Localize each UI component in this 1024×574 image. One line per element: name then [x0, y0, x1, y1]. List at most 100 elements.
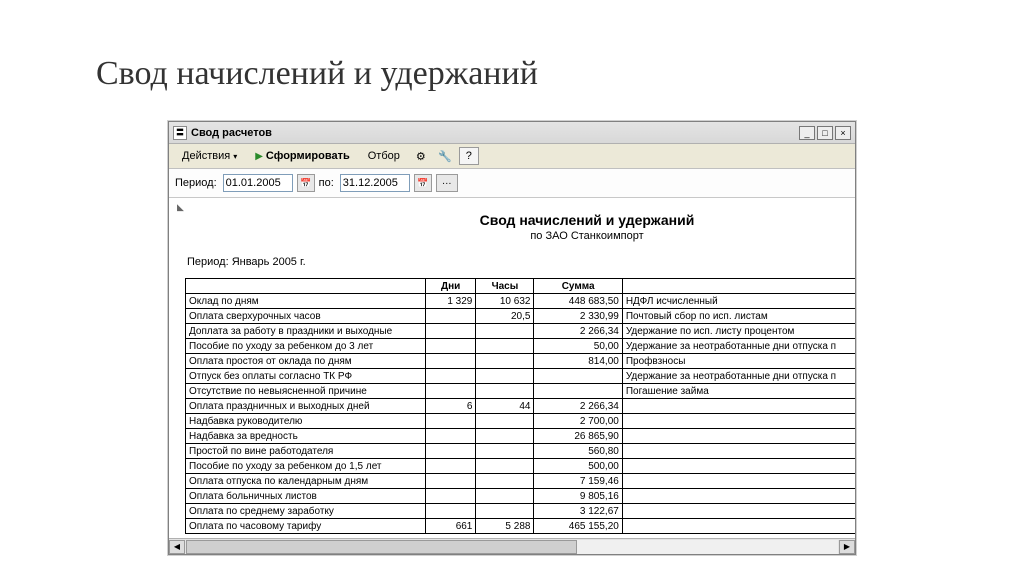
cell-desc2: НДФЛ исчисленный: [622, 294, 855, 309]
play-icon: ▶: [255, 151, 263, 162]
cell-hours: [476, 414, 534, 429]
cell-sum: 2 266,34: [534, 399, 622, 414]
table-row: Оплата по среднему заработку 3 122,67: [186, 504, 856, 519]
cell-days: 661: [425, 519, 476, 534]
table-row: Отсутствие по невыясненной причинеПогаше…: [186, 384, 856, 399]
cell-desc2: [622, 504, 855, 519]
actions-label: Действия: [182, 150, 230, 162]
horizontal-scrollbar[interactable]: ◀ ▶: [169, 538, 855, 554]
window-title: Свод расчетов: [191, 127, 797, 139]
form-label: Сформировать: [266, 150, 350, 162]
cell-desc2: [622, 399, 855, 414]
maximize-button[interactable]: □: [817, 126, 833, 140]
scroll-track[interactable]: [186, 540, 838, 554]
cell-sum: 465 155,20: [534, 519, 622, 534]
scroll-thumb[interactable]: [186, 540, 577, 554]
cell-days: [425, 339, 476, 354]
cell-sum: 2 330,99: [534, 309, 622, 324]
period-sep: по:: [319, 177, 334, 189]
minimize-button[interactable]: _: [799, 126, 815, 140]
cell-sum: 50,00: [534, 339, 622, 354]
cell-sum: 26 865,90: [534, 429, 622, 444]
page-corner-mark: ◣: [177, 202, 184, 213]
report-subtitle: по ЗАО Станкоимпорт: [185, 230, 855, 242]
cell-hours: [476, 489, 534, 504]
cell-desc: Оплата праздничных и выходных дней: [186, 399, 426, 414]
cell-desc2: [622, 444, 855, 459]
cell-sum: 3 122,67: [534, 504, 622, 519]
close-button[interactable]: ×: [835, 126, 851, 140]
cell-desc: Оплата по часовому тарифу: [186, 519, 426, 534]
scroll-left-icon[interactable]: ◀: [169, 540, 185, 554]
table-row: Оплата простоя от оклада по дням814,00Пр…: [186, 354, 856, 369]
cell-days: 1 329: [425, 294, 476, 309]
settings-icon[interactable]: ⚙: [411, 147, 431, 165]
date-from-input[interactable]: [223, 174, 293, 192]
actions-menu[interactable]: Действия ▾: [175, 148, 244, 164]
tool-icon[interactable]: 🔧: [435, 147, 455, 165]
titlebar: 〓 Свод расчетов _ □ ×: [169, 122, 855, 144]
form-button[interactable]: ▶ Сформировать: [248, 148, 357, 164]
table-row: Оплата праздничных и выходных дней6442 2…: [186, 399, 856, 414]
cell-desc2: Удержание за неотработанные дни отпуска …: [622, 339, 855, 354]
cell-sum: 2 266,34: [534, 324, 622, 339]
cell-days: [425, 309, 476, 324]
cell-days: 6: [425, 399, 476, 414]
cell-days: [425, 504, 476, 519]
table-row: Пособие по уходу за ребенком до 3 лет 50,…: [186, 339, 856, 354]
cell-hours: [476, 369, 534, 384]
help-icon[interactable]: ?: [459, 147, 479, 165]
cell-days: [425, 369, 476, 384]
table-row: Оплата больничных листов9 805,16: [186, 489, 856, 504]
table-row: Простой по вине работодателя560,80: [186, 444, 856, 459]
report-title: Свод начислений и удержаний: [185, 212, 855, 228]
table-row: Оплата отпуска по календарным дням7 159,…: [186, 474, 856, 489]
cell-days: [425, 489, 476, 504]
col-sum: Сумма: [534, 279, 622, 294]
app-window: 〓 Свод расчетов _ □ × Действия ▾ ▶ Сформ…: [168, 121, 856, 555]
report-period: Период: Январь 2005 г.: [187, 256, 855, 268]
cell-desc: Оплата сверхурочных часов: [186, 309, 426, 324]
table-row: Оплата по часовому тарифу6615 288465 155…: [186, 519, 856, 534]
cell-desc2: Погашение займа: [622, 384, 855, 399]
cell-desc: Оплата по среднему заработку: [186, 504, 426, 519]
cell-sum: 814,00: [534, 354, 622, 369]
filter-button[interactable]: Отбор: [361, 148, 407, 164]
cell-desc: Оплата больничных листов: [186, 489, 426, 504]
calendar-to-icon[interactable]: 📅: [414, 174, 432, 192]
cell-desc: Пособие по уходу за ребенком до 3 лет: [186, 339, 426, 354]
col-days: Дни: [425, 279, 476, 294]
col-blank2: [622, 279, 855, 294]
table-row: Пособие по уходу за ребенком до 1,5 лет5…: [186, 459, 856, 474]
cell-sum: 448 683,50: [534, 294, 622, 309]
cell-sum: 500,00: [534, 459, 622, 474]
cell-hours: [476, 459, 534, 474]
calendar-from-icon[interactable]: 📅: [297, 174, 315, 192]
cell-hours: [476, 429, 534, 444]
cell-desc2: [622, 429, 855, 444]
app-icon: 〓: [173, 126, 187, 140]
date-to-input[interactable]: [340, 174, 410, 192]
toolbar: Действия ▾ ▶ Сформировать Отбор ⚙ 🔧 ?: [169, 144, 855, 169]
cell-days: [425, 444, 476, 459]
scroll-right-icon[interactable]: ▶: [839, 540, 855, 554]
cell-desc2: [622, 474, 855, 489]
cell-hours: [476, 339, 534, 354]
cell-sum: [534, 369, 622, 384]
period-label: Период:: [175, 177, 217, 189]
table-row: Отпуск без оплаты согласно ТК РФУдержани…: [186, 369, 856, 384]
period-bar: Период: 📅 по: 📅 …: [169, 169, 855, 198]
cell-desc: Оплата простоя от оклада по дням: [186, 354, 426, 369]
cell-days: [425, 354, 476, 369]
cell-hours: 44: [476, 399, 534, 414]
cell-desc: Оплата отпуска по календарным дням: [186, 474, 426, 489]
cell-desc: Надбавка за вредность: [186, 429, 426, 444]
cell-hours: [476, 384, 534, 399]
table-row: Надбавка за вредность 26 865,90: [186, 429, 856, 444]
col-blank: [186, 279, 426, 294]
report-area[interactable]: ◣ Свод начислений и удержаний по ЗАО Ста…: [169, 198, 855, 538]
cell-desc2: [622, 519, 855, 534]
cell-desc: Оклад по дням: [186, 294, 426, 309]
cell-desc: Простой по вине работодателя: [186, 444, 426, 459]
period-more-button[interactable]: …: [436, 174, 458, 192]
